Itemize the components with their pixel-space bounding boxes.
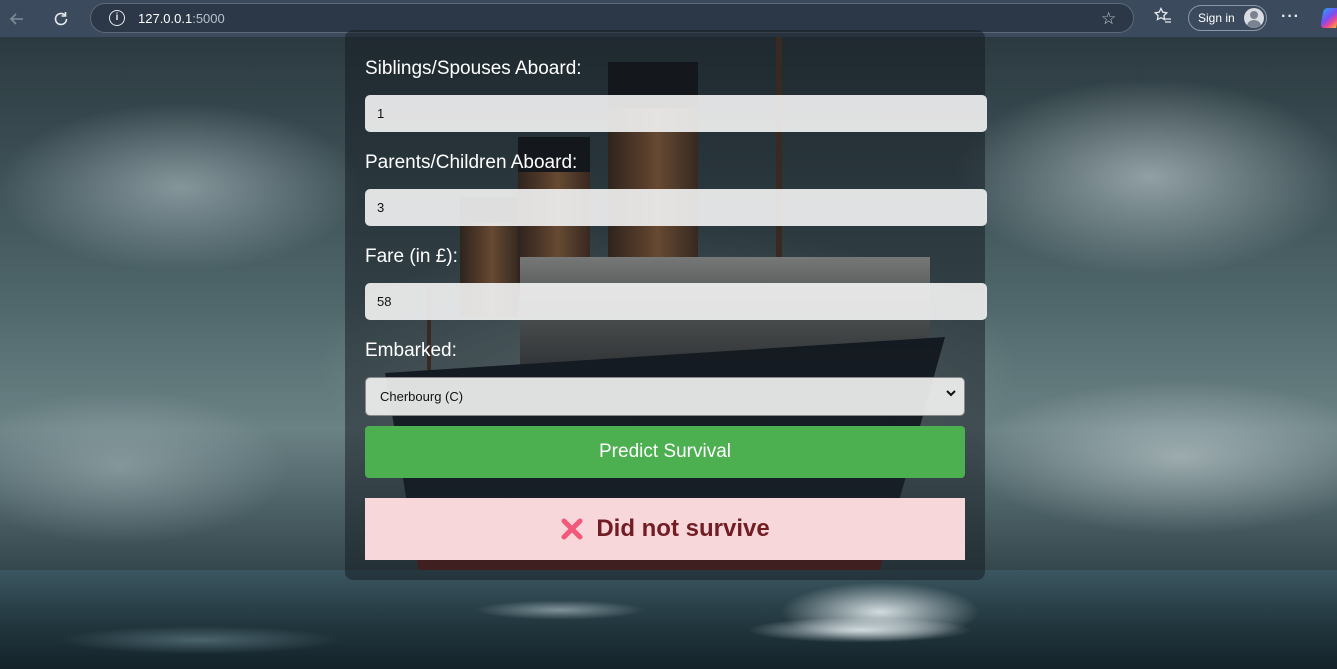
sign-in-label: Sign in — [1198, 11, 1235, 25]
avatar-icon — [1244, 8, 1264, 28]
embarked-selected-value: Cherbourg (C) — [380, 389, 464, 404]
sign-in-button[interactable]: Sign in — [1188, 5, 1267, 31]
predict-survival-label: Predict Survival — [599, 441, 731, 462]
fare-input[interactable] — [365, 283, 987, 320]
parents-label: Parents/Children Aboard: — [365, 152, 578, 173]
url-text[interactable]: 127.0.0.1:5000 — [138, 11, 225, 26]
predict-survival-button[interactable]: Predict Survival — [365, 426, 965, 478]
reload-icon[interactable] — [49, 7, 73, 31]
address-bar[interactable]: i 127.0.0.1:5000 ☆ — [90, 3, 1134, 33]
cross-mark-icon — [561, 518, 583, 540]
sea — [0, 570, 1337, 669]
back-arrow-icon[interactable] — [5, 7, 29, 31]
embarked-label: Embarked: — [365, 340, 457, 361]
url-port: :5000 — [192, 11, 225, 26]
copilot-icon[interactable] — [1320, 8, 1337, 28]
siblings-label: Siblings/Spouses Aboard: — [365, 58, 582, 79]
bookmark-star-icon[interactable]: ☆ — [1101, 9, 1116, 29]
prediction-result: Did not survive — [365, 498, 965, 560]
embarked-select[interactable]: Cherbourg (C) — [365, 377, 965, 416]
bow-wake — [780, 582, 980, 642]
url-host: 127.0.0.1 — [138, 11, 193, 26]
more-options-icon[interactable]: ··· — [1281, 8, 1300, 26]
chevron-down-icon — [946, 390, 956, 397]
parents-input[interactable] — [365, 189, 987, 226]
site-info-icon[interactable]: i — [109, 10, 125, 26]
result-text: Did not survive — [596, 515, 770, 542]
fare-label: Fare (in £): — [365, 246, 458, 267]
siblings-input[interactable] — [365, 95, 987, 132]
favorites-icon[interactable] — [1153, 6, 1173, 31]
